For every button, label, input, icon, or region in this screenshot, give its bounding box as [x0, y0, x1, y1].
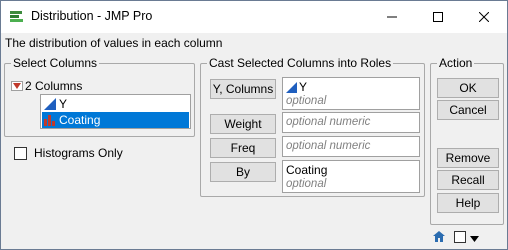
window-title: Distribution - JMP Pro [31, 9, 153, 23]
list-item-label: Y [59, 97, 68, 111]
close-button[interactable] [461, 1, 507, 33]
close-icon [479, 12, 489, 22]
remove-button[interactable]: Remove [437, 148, 499, 168]
list-item-label: Coating [59, 113, 101, 127]
weight-role-button[interactable]: Weight [210, 114, 276, 134]
continuous-icon [286, 81, 297, 93]
role-hint: optional [286, 178, 327, 190]
maximize-icon [433, 12, 443, 22]
weight-role-box[interactable]: optional numeric [282, 112, 420, 133]
column-menu-toggle[interactable] [11, 81, 23, 91]
role-hint: optional numeric [286, 140, 371, 152]
jmp-app-icon [9, 9, 25, 25]
columns-header: 2 Columns [11, 79, 82, 93]
window-list-icon[interactable] [454, 230, 466, 246]
maximize-button[interactable] [415, 1, 461, 33]
cast-roles-panel: Cast Selected Columns into Roles Y, Colu… [200, 56, 425, 197]
role-hint: optional numeric [286, 116, 371, 128]
recall-button[interactable]: Recall [437, 170, 499, 190]
histograms-only-checkbox[interactable] [14, 146, 27, 160]
nominal-icon [44, 114, 56, 126]
by-role-button[interactable]: By [210, 162, 276, 182]
select-columns-title: Select Columns [11, 56, 100, 70]
role-value: Y [299, 80, 308, 94]
role-hint: optional [286, 95, 327, 107]
histograms-only-label: Histograms Only [34, 146, 123, 160]
y-columns-role-box[interactable]: Y optional [282, 77, 420, 110]
histograms-only-option[interactable]: Histograms Only [14, 146, 123, 160]
columns-count-label: 2 Columns [25, 79, 83, 93]
freq-role-button[interactable]: Freq [210, 138, 276, 158]
title-bar: Distribution - JMP Pro [1, 1, 507, 33]
dialog-description: The distribution of values in each colum… [5, 36, 223, 50]
by-role-box[interactable]: Coating optional [282, 160, 420, 193]
y-columns-role-button[interactable]: Y, Columns [210, 79, 276, 99]
list-item[interactable]: Coating [42, 112, 189, 128]
red-triangle-icon [13, 83, 21, 89]
list-item[interactable]: Y [42, 96, 189, 112]
column-list[interactable]: Y Coating [40, 94, 191, 129]
cast-roles-title: Cast Selected Columns into Roles [207, 56, 394, 70]
dialog-window: Distribution - JMP Pro The distribution … [0, 0, 508, 250]
minimize-icon [387, 16, 397, 18]
action-title: Action [437, 56, 475, 70]
ok-button[interactable]: OK [437, 78, 499, 98]
cancel-button[interactable]: Cancel [437, 100, 499, 120]
role-value: Coating [286, 163, 328, 177]
status-bar [432, 230, 479, 246]
chevron-down-icon[interactable] [470, 231, 479, 245]
minimize-button[interactable] [369, 1, 415, 33]
home-icon[interactable] [432, 230, 446, 246]
action-panel: Action OK Cancel Remove Recall Help [430, 56, 504, 225]
freq-role-box[interactable]: optional numeric [282, 136, 420, 157]
help-button[interactable]: Help [437, 193, 499, 213]
select-columns-panel: Select Columns 2 Columns Y Coating [4, 56, 195, 137]
continuous-icon [44, 98, 56, 110]
